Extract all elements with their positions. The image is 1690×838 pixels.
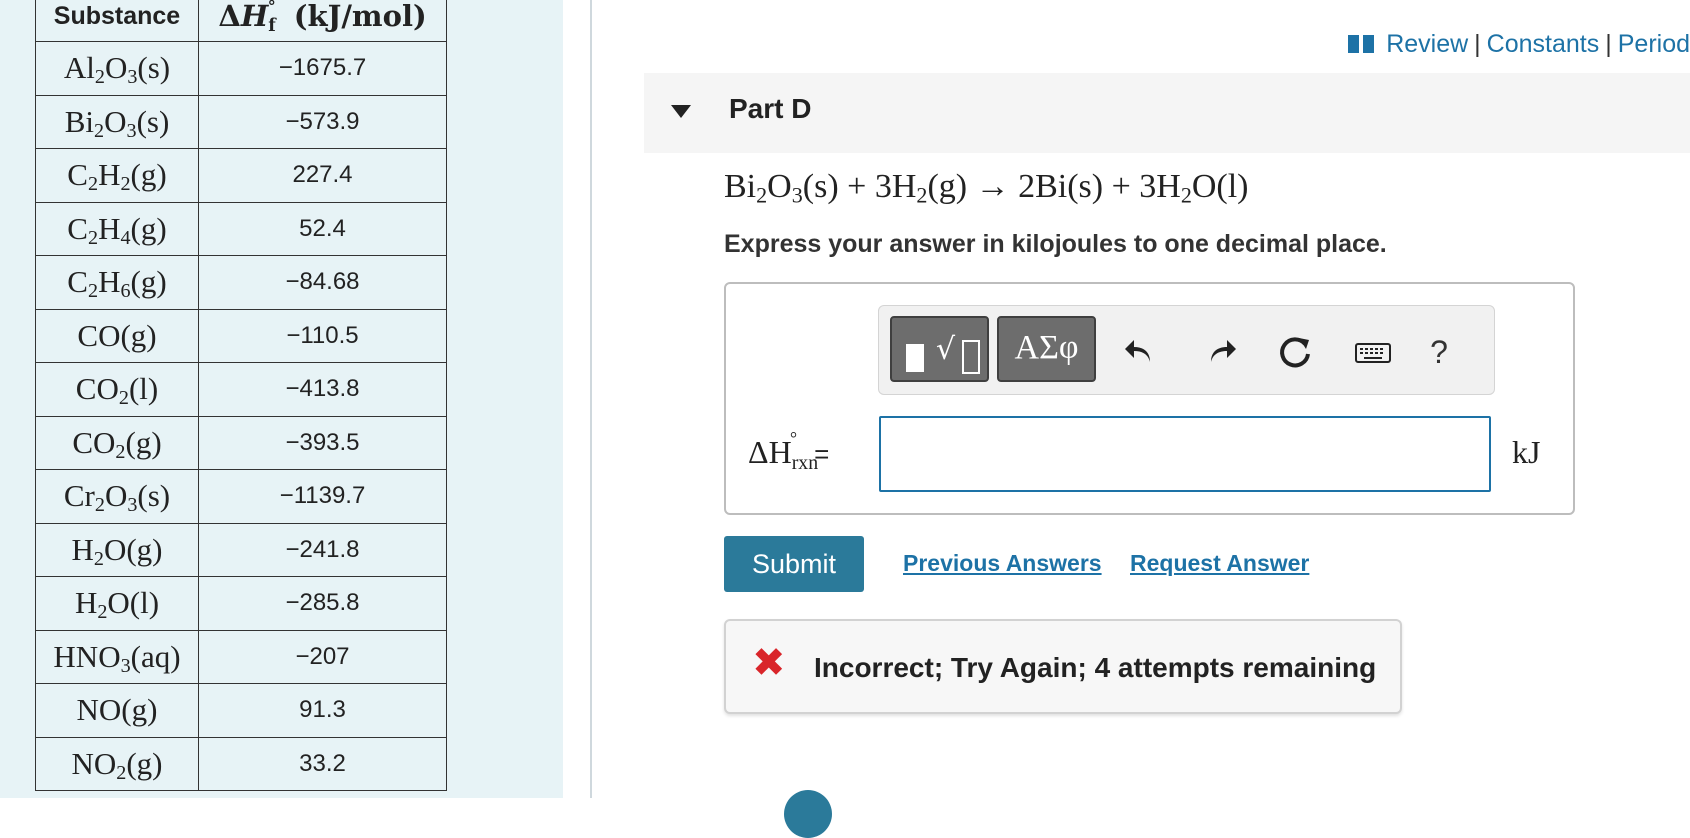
table-row: HNO3(aq) −207 <box>35 629 447 684</box>
enthalpy-cell: −1139.7 <box>198 469 447 524</box>
answer-input[interactable] <box>879 416 1491 492</box>
link-separator: | <box>1474 30 1481 58</box>
substance-cell: H2O(g) <box>35 522 199 577</box>
template-box-icon <box>962 340 980 374</box>
substance-cell: HNO3(aq) <box>35 629 199 684</box>
help-icon[interactable]: ? <box>1419 332 1459 372</box>
answer-label-symbol: ΔH <box>748 434 792 470</box>
substance-cell: CO(g) <box>35 308 199 363</box>
part-title: Part D <box>729 93 812 124</box>
substance-cell: NO(g) <box>35 683 199 738</box>
periodic-table-link[interactable]: Period <box>1618 30 1690 58</box>
enthalpy-table: Substance ΔHf° (kJ/mol) Al2O3(s) −1675.7 B… <box>35 0 447 791</box>
enthalpy-cell: −393.5 <box>198 415 447 470</box>
substance-cell: Cr2O3(s) <box>35 469 199 524</box>
redo-icon[interactable] <box>1199 332 1239 372</box>
resource-links: Review | Constants | Period <box>1348 30 1690 59</box>
table-row: Bi2O3(s) −573.9 <box>35 94 447 149</box>
substance-cell: NO2(g) <box>35 736 199 791</box>
template-block-icon <box>906 344 924 372</box>
table-row: NO(g) 91.3 <box>35 683 447 738</box>
reaction-equation: Bi2O3(s) + 3H2(g) → 2Bi(s) + 3H2O(l) <box>724 168 1249 208</box>
enthalpy-cell: −285.8 <box>198 576 447 631</box>
part-header[interactable]: Part D <box>644 73 1690 153</box>
request-answer-link[interactable]: Request Answer <box>1130 550 1309 577</box>
table-row: C2H4(g) 52.4 <box>35 201 447 256</box>
substance-cell: C2H2(g) <box>35 148 199 203</box>
incorrect-x-icon: ✖ <box>752 640 786 686</box>
enthalpy-cell: 33.2 <box>198 736 447 791</box>
enthalpy-cell: −110.5 <box>198 308 447 363</box>
header-enthalpy: ΔHf° (kJ/mol) <box>198 0 447 42</box>
enthalpy-cell: −1675.7 <box>198 41 447 96</box>
answer-box: √ ΑΣφ ? ΔHrxn°= kJ <box>724 282 1575 515</box>
table-row: H2O(l) −285.8 <box>35 576 447 631</box>
submit-button[interactable]: Submit <box>724 536 864 592</box>
enthalpy-cell: −413.8 <box>198 362 447 417</box>
degree-symbol: ° <box>789 427 798 448</box>
substance-cell: Al2O3(s) <box>35 41 199 96</box>
substance-cell: C2H4(g) <box>35 201 199 256</box>
templates-button[interactable]: √ <box>890 316 989 382</box>
substance-cell: CO2(g) <box>35 415 199 470</box>
feedback-box: ✖ Incorrect; Try Again; 4 attempts remai… <box>724 619 1402 714</box>
table-row: Cr2O3(s) −1139.7 <box>35 469 447 524</box>
instruction-text: Express your answer in kilojoules to one… <box>724 230 1387 258</box>
table-row: H2O(g) −241.8 <box>35 522 447 577</box>
unit-label: kJ <box>1512 434 1541 470</box>
table-row: C2H2(g) 227.4 <box>35 148 447 203</box>
enthalpy-cell: 91.3 <box>198 683 447 738</box>
enthalpy-cell: −241.8 <box>198 522 447 577</box>
link-separator: | <box>1605 30 1612 58</box>
header-substance: Substance <box>35 0 199 42</box>
table-row: CO(g) −110.5 <box>35 308 447 363</box>
undo-icon[interactable] <box>1122 332 1162 372</box>
enthalpy-cell: 227.4 <box>198 148 447 203</box>
math-toolbar: √ ΑΣφ ? <box>878 305 1495 395</box>
enthalpy-cell: −84.68 <box>198 255 447 310</box>
symbols-button[interactable]: ΑΣφ <box>997 316 1096 382</box>
table-row: CO2(g) −393.5 <box>35 415 447 470</box>
table-row: C2H6(g) −84.68 <box>35 255 447 310</box>
table-row: NO2(g) 33.2 <box>35 736 447 791</box>
feedback-text: Incorrect; Try Again; 4 attempts remaini… <box>814 652 1377 683</box>
review-link[interactable]: Review <box>1386 30 1468 58</box>
keyboard-icon[interactable] <box>1353 332 1393 372</box>
table-row: Al2O3(s) −1675.7 <box>35 41 447 96</box>
enthalpy-cell: 52.4 <box>198 201 447 256</box>
table-header-row: Substance ΔHf° (kJ/mol) <box>35 0 447 42</box>
scroll-indicator <box>784 790 832 838</box>
substance-cell: H2O(l) <box>35 576 199 631</box>
substance-cell: C2H6(g) <box>35 255 199 310</box>
radical-icon: √ <box>936 332 956 367</box>
table-row: CO2(l) −413.8 <box>35 362 447 417</box>
enthalpy-cell: −573.9 <box>198 94 447 149</box>
substance-cell: Bi2O3(s) <box>35 94 199 149</box>
reset-icon[interactable] <box>1275 332 1315 372</box>
answer-label: ΔHrxn°= <box>748 428 830 473</box>
book-icon <box>1348 35 1375 53</box>
previous-answers-link[interactable]: Previous Answers <box>903 550 1102 577</box>
constants-link[interactable]: Constants <box>1487 30 1600 58</box>
collapse-caret-icon[interactable] <box>671 105 691 118</box>
panel-divider <box>590 0 592 798</box>
reference-panel: Substance ΔHf° (kJ/mol) Al2O3(s) −1675.7 B… <box>0 0 563 798</box>
substance-cell: CO2(l) <box>35 362 199 417</box>
enthalpy-cell: −207 <box>198 629 447 684</box>
equals-sign: = <box>814 439 830 469</box>
